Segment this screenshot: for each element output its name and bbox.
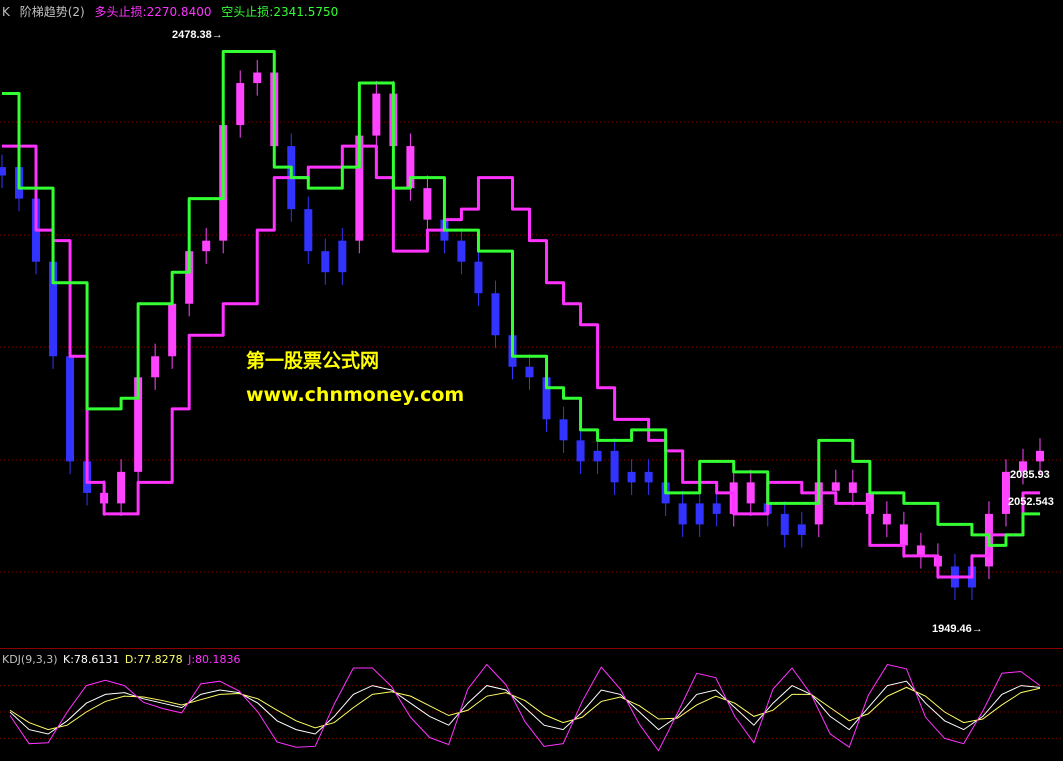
candle-body (236, 83, 245, 126)
candle-body (304, 209, 313, 252)
candle-body (457, 240, 466, 262)
candle-body (695, 503, 704, 525)
candle-body (797, 524, 806, 535)
candle-body (899, 524, 908, 546)
candle-body (168, 303, 177, 357)
candle-body (593, 450, 602, 462)
candle-body (491, 293, 500, 336)
kdj-d-value: D:77.8278 (124, 653, 183, 666)
long-stop-label: 多头止损:2270.8400 (94, 5, 212, 19)
high-price-label: 2478.38→ (172, 29, 223, 41)
candle-body (525, 366, 534, 378)
kdj-panel[interactable]: KDJ(9,3,3) K:78.6131 D:77.8278 J:80.1836 (0, 648, 1063, 761)
short-stop-label: 空头止损:2341.5750 (221, 5, 339, 19)
chart-header: K 阶梯趋势(2) 多头止损:2270.8400 空头止损:2341.5750 (2, 3, 344, 20)
candle-body (746, 482, 755, 504)
candle-body (151, 356, 160, 378)
high-price-value: 2478.38 (172, 29, 212, 41)
candle-body (66, 356, 75, 462)
candle-body (916, 545, 925, 556)
candle-body (253, 72, 262, 84)
candle-body (780, 513, 789, 535)
low-price-label: 1949.46→ (932, 623, 983, 635)
candle-body (627, 471, 636, 483)
kdj-header: KDJ(9,3,3) K:78.6131 D:77.8278 J:80.1836 (2, 653, 243, 666)
candle-body (559, 419, 568, 441)
candle-body (423, 188, 432, 220)
candle-body (712, 503, 721, 514)
candle-body (202, 240, 211, 252)
short-stop-line (2, 50, 1040, 547)
candle-body (610, 450, 619, 483)
candle-body (372, 93, 381, 136)
watermark-url: www.chnmoney.com (246, 384, 465, 406)
period-label[interactable]: K (2, 5, 10, 19)
candle-body (338, 240, 347, 273)
candle-body (0, 167, 6, 176)
candle-body (474, 261, 483, 294)
kdj-k-value: K:78.6131 (63, 653, 120, 666)
candle-body (644, 471, 653, 483)
candle-body (1036, 450, 1044, 462)
candle-body (576, 440, 585, 462)
candle-body (848, 482, 857, 493)
watermark-title: 第一股票公式网 (246, 350, 380, 372)
candle-body (321, 251, 330, 273)
price-label-right-2: 2052.543 (1008, 496, 1054, 508)
main-chart-svg (0, 50, 1063, 601)
low-price-value: 1949.46 (932, 623, 972, 635)
kdj-name: KDJ(9,3,3) (2, 653, 58, 666)
kdj-k-line (9, 680, 1041, 735)
main-chart-panel[interactable]: K 阶梯趋势(2) 多头止损:2270.8400 空头止损:2341.5750 … (0, 0, 1063, 648)
candle-body (117, 471, 126, 504)
kdj-j-value: J:80.1836 (188, 653, 241, 666)
right-arrow-icon: → (971, 623, 983, 635)
indicator-name: 阶梯趋势(2) (19, 5, 85, 19)
candle-body (831, 482, 840, 491)
candle-body (882, 513, 891, 525)
candle-body (678, 503, 687, 525)
right-arrow-icon: → (211, 29, 223, 41)
price-label-right-1: 2085.93 (1010, 469, 1050, 481)
